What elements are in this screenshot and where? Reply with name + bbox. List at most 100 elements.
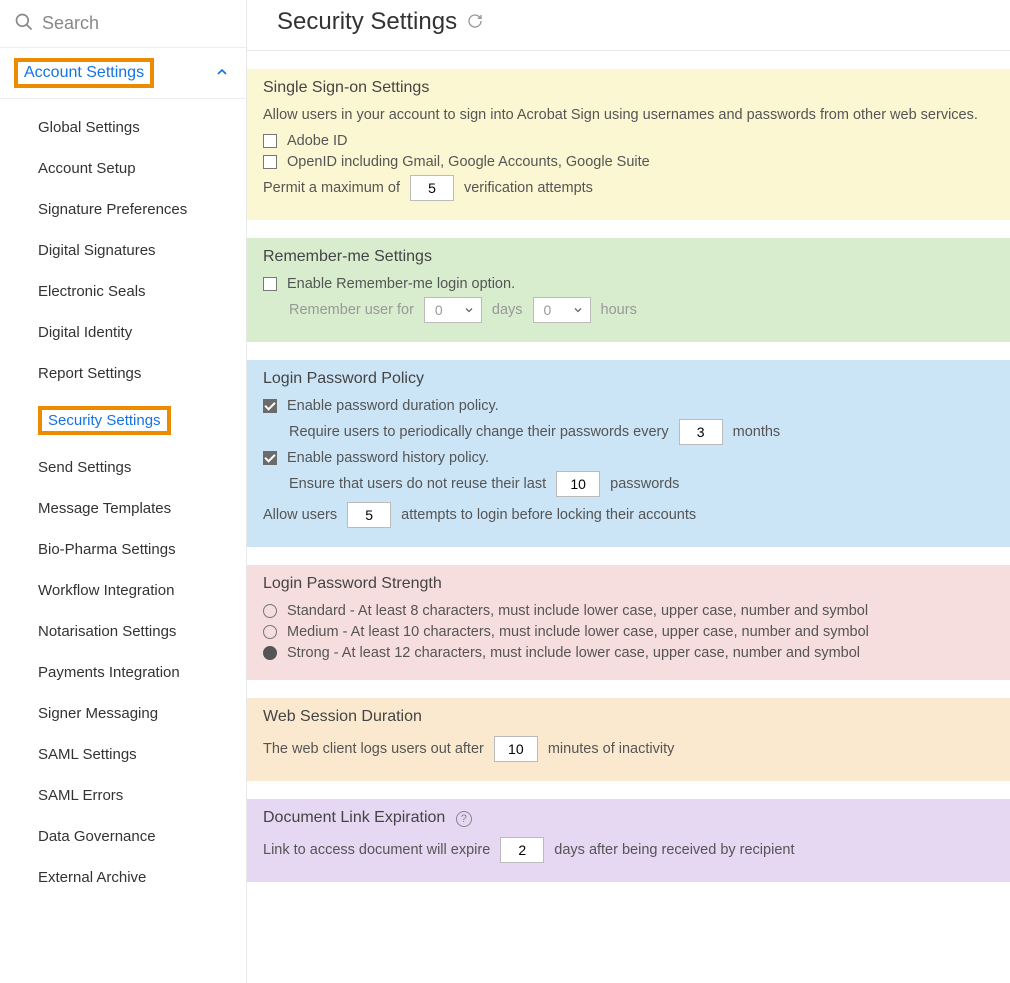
sidebar-item-data-governance[interactable]: Data Governance <box>0 816 246 857</box>
sidebar-item-signer-messaging[interactable]: Signer Messaging <box>0 693 246 734</box>
attempts-suffix: attempts to login before locking their a… <box>401 507 696 523</box>
label-adobe-id: Adobe ID <box>287 133 347 149</box>
doclink-suffix: days after being received by recipient <box>554 842 794 858</box>
sidebar-item-payments-integration[interactable]: Payments Integration <box>0 652 246 693</box>
checkbox-openid[interactable] <box>263 155 277 169</box>
permit-prefix: Permit a maximum of <box>263 180 400 196</box>
sidebar-item-report-settings[interactable]: Report Settings <box>0 353 246 394</box>
label-duration-policy: Enable password duration policy. <box>287 398 499 414</box>
sidebar-item-label: Signature Preferences <box>38 201 187 218</box>
sidebar-item-security-settings[interactable]: Security Settings <box>0 394 246 447</box>
label-strength-strong: Strong - At least 12 characters, must in… <box>287 645 860 661</box>
page-title: Security Settings <box>277 8 457 36</box>
panel-sso: Single Sign-on Settings Allow users in y… <box>247 69 1010 220</box>
sidebar-item-digital-signatures[interactable]: Digital Signatures <box>0 230 246 271</box>
page-title-row: Security Settings <box>247 0 1010 51</box>
sidebar-item-label: External Archive <box>38 869 146 886</box>
sidebar-menu: Global Settings Account Setup Signature … <box>0 98 246 898</box>
sidebar-item-label: Data Governance <box>38 828 156 845</box>
refresh-icon[interactable] <box>467 13 483 32</box>
search-row <box>0 0 246 48</box>
sidebar-item-message-templates[interactable]: Message Templates <box>0 488 246 529</box>
search-icon <box>14 12 34 35</box>
section-title: Single Sign-on Settings <box>263 79 994 97</box>
section-title: Document Link Expiration ? <box>263 809 994 827</box>
search-input[interactable] <box>42 13 232 34</box>
select-remember-days[interactable]: 0 <box>424 297 482 323</box>
sidebar-item-digital-identity[interactable]: Digital Identity <box>0 312 246 353</box>
select-value: 0 <box>544 302 552 318</box>
label-openid: OpenID including Gmail, Google Accounts,… <box>287 154 650 170</box>
checkbox-history-policy[interactable] <box>263 451 277 465</box>
label-remember-me: Enable Remember-me login option. <box>287 276 515 292</box>
select-remember-hours[interactable]: 0 <box>533 297 591 323</box>
input-login-attempts[interactable] <box>347 502 391 528</box>
radio-strength-medium[interactable] <box>263 625 277 639</box>
sidebar-item-label: Payments Integration <box>38 664 180 681</box>
sidebar-item-saml-settings[interactable]: SAML Settings <box>0 734 246 775</box>
sidebar-group-label: Account Settings <box>14 58 154 88</box>
checkbox-duration-policy[interactable] <box>263 399 277 413</box>
panel-password-strength: Login Password Strength Standard - At le… <box>247 565 1010 680</box>
chevron-down-icon <box>463 304 475 316</box>
chevron-down-icon <box>572 304 584 316</box>
sidebar-item-label: Global Settings <box>38 119 140 136</box>
input-verification-attempts[interactable] <box>410 175 454 201</box>
chevron-up-icon <box>214 64 230 83</box>
duration-prefix: Require users to periodically change the… <box>289 424 669 440</box>
input-doclink-days[interactable] <box>500 837 544 863</box>
remember-prefix: Remember user for <box>289 302 414 318</box>
sidebar-item-workflow-integration[interactable]: Workflow Integration <box>0 570 246 611</box>
radio-strength-strong[interactable] <box>263 646 277 660</box>
label-strength-standard: Standard - At least 8 characters, must i… <box>287 603 868 619</box>
input-duration-months[interactable] <box>679 419 723 445</box>
sidebar-item-label: Account Setup <box>38 160 136 177</box>
attempts-prefix: Allow users <box>263 507 337 523</box>
sidebar-item-label: Electronic Seals <box>38 283 146 300</box>
input-session-minutes[interactable] <box>494 736 538 762</box>
label-history-policy: Enable password history policy. <box>287 450 489 466</box>
sidebar-item-label: Bio-Pharma Settings <box>38 541 176 558</box>
remember-days-label: days <box>492 302 523 318</box>
checkbox-adobe-id[interactable] <box>263 134 277 148</box>
history-suffix: passwords <box>610 476 679 492</box>
sidebar-item-electronic-seals[interactable]: Electronic Seals <box>0 271 246 312</box>
section-title: Login Password Policy <box>263 370 994 388</box>
panel-session-duration: Web Session Duration The web client logs… <box>247 698 1010 781</box>
sidebar-item-label: Signer Messaging <box>38 705 158 722</box>
sidebar-item-label: SAML Errors <box>38 787 123 804</box>
session-suffix: minutes of inactivity <box>548 741 675 757</box>
sidebar-item-send-settings[interactable]: Send Settings <box>0 447 246 488</box>
sidebar-item-notarisation-settings[interactable]: Notarisation Settings <box>0 611 246 652</box>
duration-suffix: months <box>733 424 781 440</box>
panel-password-policy: Login Password Policy Enable password du… <box>247 360 1010 547</box>
sidebar-item-external-archive[interactable]: External Archive <box>0 857 246 898</box>
checkbox-remember-me[interactable] <box>263 277 277 291</box>
main: Security Settings Single Sign-on Setting… <box>247 0 1010 983</box>
doclink-prefix: Link to access document will expire <box>263 842 490 858</box>
sidebar-item-label: SAML Settings <box>38 746 137 763</box>
section-title: Login Password Strength <box>263 575 994 593</box>
section-title-text: Document Link Expiration <box>263 809 445 826</box>
radio-strength-standard[interactable] <box>263 604 277 618</box>
sidebar-item-label: Digital Identity <box>38 324 132 341</box>
sidebar-item-global-settings[interactable]: Global Settings <box>0 107 246 148</box>
sidebar: Account Settings Global Settings Account… <box>0 0 247 983</box>
sidebar-item-bio-pharma-settings[interactable]: Bio-Pharma Settings <box>0 529 246 570</box>
help-icon[interactable]: ? <box>456 811 472 827</box>
sidebar-item-account-setup[interactable]: Account Setup <box>0 148 246 189</box>
sidebar-item-signature-preferences[interactable]: Signature Preferences <box>0 189 246 230</box>
session-prefix: The web client logs users out after <box>263 741 484 757</box>
input-history-count[interactable] <box>556 471 600 497</box>
sidebar-item-label: Message Templates <box>38 500 171 517</box>
sidebar-item-label: Digital Signatures <box>38 242 156 259</box>
sidebar-item-saml-errors[interactable]: SAML Errors <box>0 775 246 816</box>
label-strength-medium: Medium - At least 10 characters, must in… <box>287 624 869 640</box>
panel-stack: Single Sign-on Settings Allow users in y… <box>247 51 1010 882</box>
permit-suffix: verification attempts <box>464 180 593 196</box>
sidebar-item-label: Workflow Integration <box>38 582 174 599</box>
sidebar-group-account-settings[interactable]: Account Settings <box>0 48 246 98</box>
remember-hours-label: hours <box>601 302 637 318</box>
panel-remember-me: Remember-me Settings Enable Remember-me … <box>247 238 1010 342</box>
sidebar-item-label: Send Settings <box>38 459 131 476</box>
